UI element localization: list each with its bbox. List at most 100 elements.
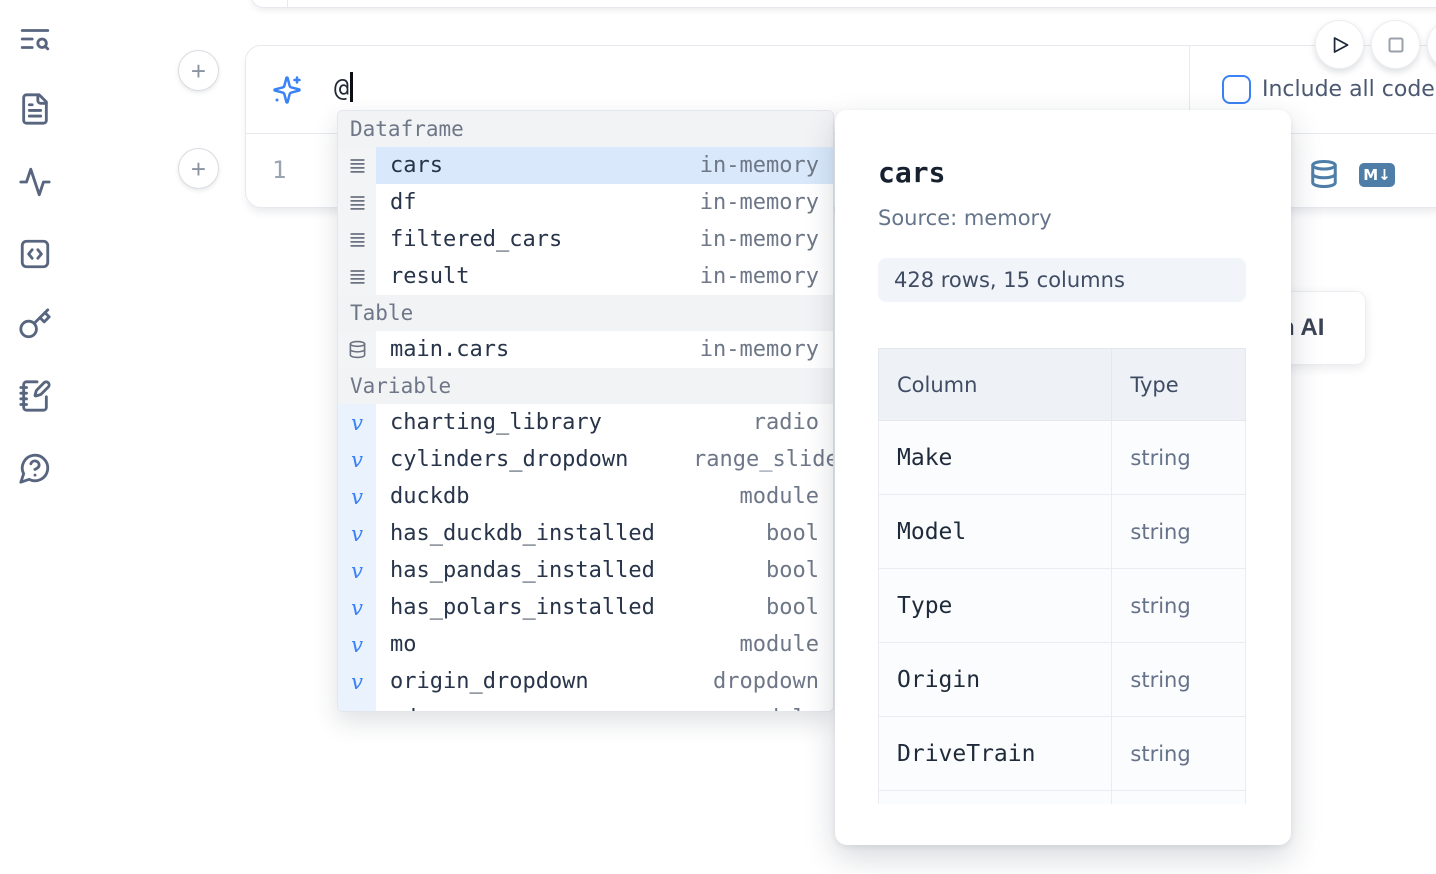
item-type: in-memory (700, 190, 833, 215)
notebook-pen-icon[interactable] (18, 379, 54, 415)
code-square-icon[interactable] (18, 237, 54, 273)
item-main: charting_library radio (376, 404, 833, 441)
item-name: df (376, 190, 417, 215)
item-main: momodule (376, 626, 833, 663)
include-all-code-label: Include all code (1262, 77, 1435, 102)
item-type: in-memory (700, 153, 833, 178)
text-search-icon[interactable] (18, 22, 54, 58)
help-chat-icon[interactable] (18, 451, 54, 487)
item-type: bool (766, 521, 833, 546)
item-icon-gutter: v (338, 478, 376, 515)
variable-icon: v (351, 670, 363, 694)
autocomplete-item-has_duckdb_installed[interactable]: vhas_duckdb_installed bool (338, 515, 833, 552)
item-type: radio (753, 410, 833, 435)
autocomplete-item-cylinders_dropdown[interactable]: v cylinders_dropdown range_slider (338, 441, 833, 478)
item-main: main.cars in-memory (376, 331, 833, 368)
preview-shape-badge: 428 rows, 15 columns (878, 258, 1246, 302)
item-type: bool (766, 558, 833, 583)
schema-header-column: Column (879, 349, 1112, 421)
preview-table-wrap: ColumnTypeMakestringModelstringTypestrin… (878, 348, 1247, 804)
rows-icon (348, 230, 367, 249)
variable-icon: v (351, 596, 363, 620)
autocomplete-item-pd[interactable]: vpdmodule (338, 700, 833, 712)
schema-table: ColumnTypeMakestringModelstringTypestrin… (878, 348, 1246, 804)
autocomplete-item-origin_dropdown[interactable]: v origin_dropdowndropdown (338, 663, 833, 700)
variable-icon: v (351, 411, 363, 435)
autocomplete-item-duckdb[interactable]: v duckdbmodule (338, 478, 833, 515)
item-name: charting_library (376, 410, 602, 435)
autocomplete-section-header: Variable (338, 368, 833, 404)
schema-column-name: Model (879, 495, 1112, 569)
database-small-icon (348, 340, 367, 359)
item-icon-gutter: v (338, 404, 376, 441)
item-type: in-memory (700, 337, 833, 362)
autocomplete-item-has_pandas_installed[interactable]: v has_pandas_installed bool (338, 552, 833, 589)
autocomplete-item-result[interactable]: resultin-memory (338, 258, 833, 295)
stop-icon (1384, 33, 1408, 57)
autocomplete-section-header: Dataframe (338, 111, 833, 147)
markdown-icon[interactable]: M↓ (1359, 163, 1395, 187)
item-icon-gutter (338, 258, 376, 295)
run-cell-button[interactable] (1315, 20, 1364, 69)
schema-column-type: string (1112, 643, 1246, 717)
autocomplete-item-mo[interactable]: v momodule (338, 626, 833, 663)
autocomplete-item-df[interactable]: df in-memory (338, 184, 833, 221)
item-name: has_duckdb_installed (376, 521, 655, 546)
item-type: module (740, 484, 833, 509)
item-name: origin_dropdown (376, 669, 589, 694)
item-name: mo (376, 632, 417, 657)
schema-column-type: string (1112, 421, 1246, 495)
ai-prompt-input[interactable]: @ (334, 72, 353, 102)
autocomplete-item-main.cars[interactable]: main.cars in-memory (338, 331, 833, 368)
autocomplete-item-has_polars_installed[interactable]: v has_polars_installed bool (338, 589, 833, 626)
add-cell-below-button[interactable]: + (178, 148, 219, 189)
item-main: has_polars_installed bool (376, 589, 833, 626)
item-icon-gutter: v (338, 552, 376, 589)
preview-title: cars (878, 158, 1291, 188)
variable-icon: v (351, 707, 363, 713)
line-number: 1 (272, 156, 286, 184)
item-type: range_slider (693, 447, 833, 472)
item-main: origin_dropdowndropdown (376, 663, 833, 700)
database-icon[interactable] (1309, 159, 1339, 189)
autocomplete-item-cars[interactable]: carsin-memory (338, 147, 833, 184)
item-main: carsin-memory (376, 147, 833, 184)
activity-icon[interactable] (18, 165, 54, 201)
item-name: has_pandas_installed (376, 558, 655, 583)
item-icon-gutter: v (338, 700, 376, 712)
file-text-icon[interactable] (18, 92, 54, 128)
schema-column-name: Origin (879, 643, 1112, 717)
rows-icon (348, 156, 367, 175)
schema-row-partial (879, 791, 1246, 805)
variable-icon: v (351, 485, 363, 509)
variable-icon: v (351, 633, 363, 657)
autocomplete-section-header: Table (338, 295, 833, 331)
item-main: duckdbmodule (376, 478, 833, 515)
item-icon-gutter: v (338, 441, 376, 478)
autocomplete-item-charting_library[interactable]: v charting_library radio (338, 404, 833, 441)
item-name: cylinders_dropdown (376, 447, 628, 472)
schema-row: Makestring (879, 421, 1246, 495)
item-main: has_duckdb_installed bool (376, 515, 833, 552)
item-name: main.cars (376, 337, 509, 362)
item-name: has_polars_installed (376, 595, 655, 620)
schema-row: DriveTrainstring (879, 717, 1246, 791)
item-icon-gutter: v (338, 515, 376, 552)
variable-icon: v (351, 448, 363, 472)
schema-column-type: string (1112, 495, 1246, 569)
autocomplete-item-filtered_cars[interactable]: filtered_carsin-memory (338, 221, 833, 258)
dataframe-preview-panel: cars Source: memory 428 rows, 15 columns… (835, 110, 1291, 845)
cell-gutter-divider (287, 0, 288, 7)
item-main: filtered_carsin-memory (376, 221, 833, 258)
item-icon-gutter (338, 221, 376, 258)
item-name: filtered_cars (376, 227, 562, 252)
stop-button[interactable] (1371, 20, 1420, 69)
key-icon[interactable] (18, 307, 54, 343)
variable-icon: v (351, 559, 363, 583)
preview-source: Source: memory (878, 206, 1291, 230)
schema-column-name: Type (879, 569, 1112, 643)
add-cell-above-button[interactable]: + (178, 50, 219, 91)
schema-row: Modelstring (879, 495, 1246, 569)
include-all-code-checkbox[interactable] (1222, 75, 1251, 104)
item-type: bool (766, 595, 833, 620)
